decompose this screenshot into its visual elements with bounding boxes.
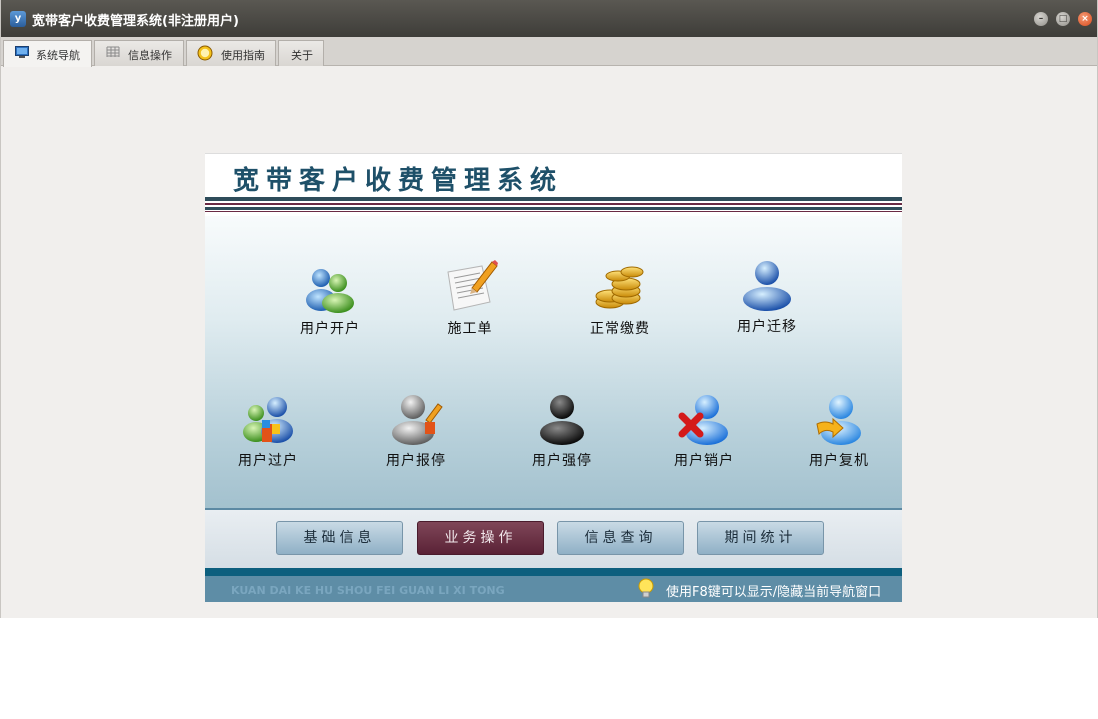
- operation-label: 用户过户: [238, 453, 298, 469]
- basic-info-button[interactable]: 基础信息: [276, 521, 403, 555]
- business-operations-button[interactable]: 业务操作: [417, 521, 544, 555]
- footer-bar: KUAN DAI KE HU SHOU FEI GUAN LI XI TONG …: [205, 568, 902, 602]
- maximize-button[interactable]: □: [1056, 12, 1070, 26]
- close-icon: ×: [1081, 14, 1089, 24]
- info-query-button[interactable]: 信息查询: [557, 521, 684, 555]
- operation-restore-service[interactable]: 用户复机: [784, 390, 894, 470]
- banner-stripe: [205, 203, 902, 205]
- maximize-icon: □: [1058, 14, 1068, 24]
- operation-work-order[interactable]: 施工单: [415, 258, 525, 338]
- module-button-bar: 基础信息 业务操作 信息查询 期间统计: [205, 508, 902, 568]
- app-logo-icon: y: [10, 11, 26, 27]
- minimize-button[interactable]: –: [1034, 12, 1048, 26]
- app-window: y 宽带客户收费管理系统(非注册用户) – □ × 系统导航 信息操作 使用指南…: [0, 0, 1098, 618]
- system-title: 宽带客户收费管理系统: [233, 166, 564, 196]
- operation-open-account[interactable]: 用户开户: [275, 258, 385, 338]
- users-transfer-icon: [243, 397, 293, 443]
- operation-user-suspend[interactable]: 用户报停: [361, 390, 471, 470]
- window-title: 宽带客户收费管理系统(非注册用户): [32, 14, 239, 29]
- users-icon: [306, 269, 354, 313]
- operation-label: 用户强停: [532, 453, 592, 469]
- close-button[interactable]: ×: [1078, 12, 1092, 26]
- operation-normal-payment[interactable]: 正常缴费: [565, 258, 675, 338]
- operations-area: 用户开户 施工单 正常缴费 用户迁移 用户过户 用户报停 用户强停 用户销户 用…: [205, 216, 902, 508]
- banner-stripe: [205, 197, 902, 201]
- user-restore-icon: [816, 395, 861, 445]
- operation-label: 正常缴费: [590, 321, 650, 337]
- tab-label: 系统导航: [36, 49, 80, 62]
- user-gray-icon: [392, 395, 443, 445]
- coins-icon: [595, 266, 644, 309]
- operation-label: 用户开户: [300, 321, 360, 337]
- tab-label: 使用指南: [221, 49, 265, 62]
- footer-accent: [205, 568, 902, 576]
- document-pencil-icon: [447, 260, 498, 311]
- operation-label: 用户销户: [674, 453, 734, 469]
- tab-system-navigation[interactable]: 系统导航: [3, 40, 92, 67]
- help-circle-icon: [197, 45, 213, 61]
- navigation-panel: 宽带客户收费管理系统 用户开户 施工单 正常缴费 用户迁移 用户过户 用户报停 …: [205, 153, 902, 602]
- f8-hint-text: 使用F8键可以显示/隐藏当前导航窗口: [666, 585, 882, 600]
- operation-label: 用户报停: [386, 453, 446, 469]
- tab-bar: 系统导航 信息操作 使用指南 关于: [1, 37, 1097, 67]
- operation-user-transfer[interactable]: 用户过户: [213, 390, 323, 470]
- tab-info-operations[interactable]: 信息操作: [94, 40, 184, 66]
- operation-label: 用户复机: [809, 453, 869, 469]
- operation-forced-stop[interactable]: 用户强停: [507, 390, 617, 470]
- tab-label: 信息操作: [128, 49, 172, 62]
- lightbulb-icon: [638, 578, 654, 598]
- banner-stripe: [205, 211, 902, 212]
- monitor-icon: [15, 46, 29, 58]
- user-black-icon: [540, 395, 584, 445]
- banner-stripe: [205, 207, 902, 210]
- operation-label: 用户迁移: [737, 319, 797, 335]
- user-blue-icon: [743, 261, 791, 311]
- period-statistics-button[interactable]: 期间统计: [697, 521, 824, 555]
- tab-about[interactable]: 关于: [278, 40, 324, 66]
- operation-cancel-account[interactable]: 用户销户: [649, 390, 759, 470]
- operation-user-migration[interactable]: 用户迁移: [712, 256, 822, 336]
- tab-user-guide[interactable]: 使用指南: [186, 40, 276, 66]
- operation-label: 施工单: [447, 321, 493, 337]
- pinyin-caption: KUAN DAI KE HU SHOU FEI GUAN LI XI TONG: [231, 584, 505, 597]
- grid-icon: [106, 46, 120, 57]
- minimize-icon: –: [1038, 14, 1044, 24]
- title-bar[interactable]: y 宽带客户收费管理系统(非注册用户) – □ ×: [1, 0, 1097, 37]
- user-delete-icon: [678, 395, 728, 445]
- tab-label: 关于: [291, 49, 313, 62]
